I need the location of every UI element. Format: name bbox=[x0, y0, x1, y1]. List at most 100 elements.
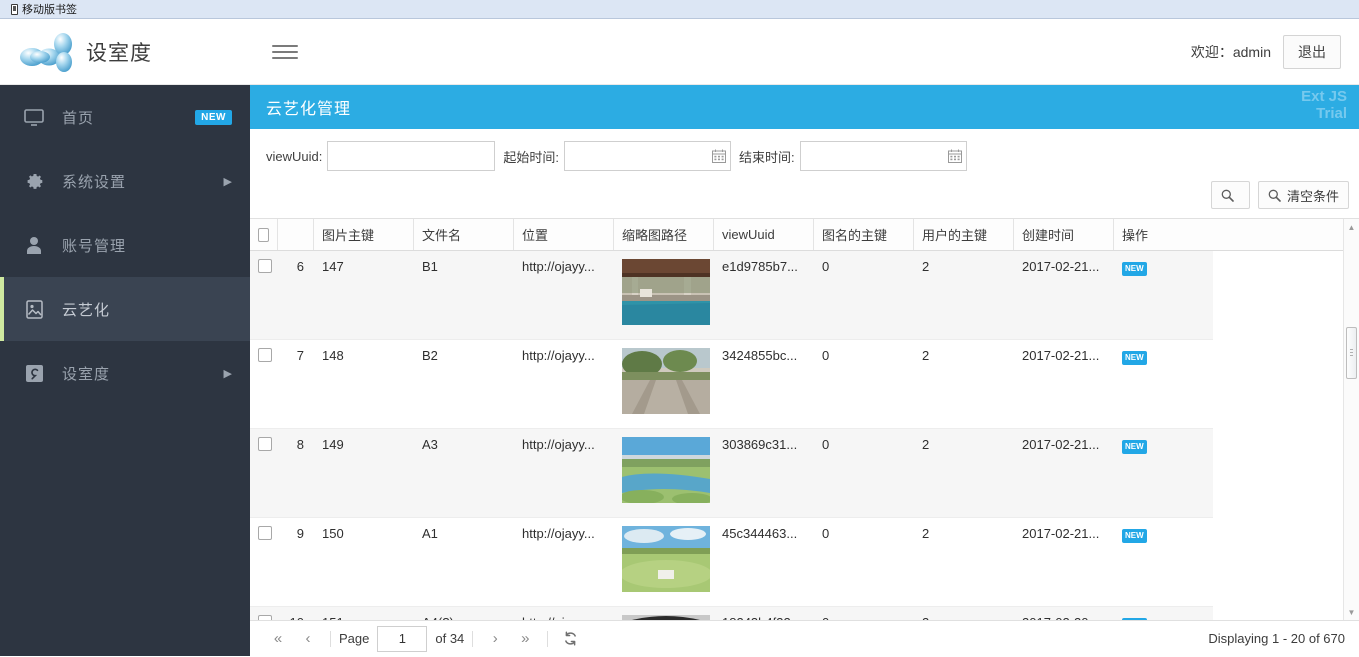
data-grid: 图片主键 文件名 位置 缩略图路径 viewUuid 图名的主键 用户的主键 创… bbox=[250, 218, 1359, 620]
next-page-button[interactable]: › bbox=[481, 626, 509, 652]
scroll-up-arrow[interactable]: ▲ bbox=[1344, 219, 1359, 235]
brand[interactable]: 设室度 bbox=[0, 30, 250, 74]
scroll-down-arrow[interactable]: ▼ bbox=[1344, 604, 1359, 620]
cell-image-pk: 147 bbox=[322, 259, 344, 274]
cell-actions[interactable]: NEW bbox=[1114, 607, 1213, 620]
table-row[interactable]: 9 150 A1 http://ojayy... 45c344463... 0 … bbox=[250, 518, 1213, 607]
grid-header-image-pk[interactable]: 图片主键 bbox=[314, 219, 414, 250]
action-new-badge[interactable]: NEW bbox=[1122, 529, 1147, 543]
row-checkbox[interactable] bbox=[258, 259, 272, 273]
last-page-button[interactable]: » bbox=[511, 626, 539, 652]
cell-filename: A1 bbox=[422, 526, 438, 541]
row-select-cell[interactable] bbox=[250, 340, 278, 428]
row-checkbox[interactable] bbox=[258, 615, 272, 620]
cell-image-pk: 151 bbox=[314, 607, 414, 620]
grid-header-filename[interactable]: 文件名 bbox=[414, 219, 514, 250]
calendar-icon[interactable] bbox=[711, 149, 726, 163]
grid-header-created-at[interactable]: 创建时间 bbox=[1014, 219, 1114, 250]
end-time-input[interactable] bbox=[799, 141, 967, 171]
cell-actions[interactable]: NEW bbox=[1114, 340, 1213, 428]
chevron-right-icon: ▶ bbox=[223, 367, 232, 380]
cell-image-pk: 150 bbox=[322, 526, 344, 541]
grid-header-location[interactable]: 位置 bbox=[514, 219, 614, 250]
page-title: 云艺化管理 bbox=[266, 101, 352, 118]
cell-thumbnail[interactable] bbox=[614, 518, 714, 606]
action-new-badge[interactable]: NEW bbox=[1122, 440, 1147, 454]
cell-image-pk: 149 bbox=[322, 437, 344, 452]
table-row[interactable]: 6 147 B1 http://ojayy... e1d9785b7... 0 … bbox=[250, 251, 1213, 340]
cell-location: http://ojayy... bbox=[522, 526, 595, 541]
grid-header-actions[interactable]: 操作 bbox=[1114, 219, 1359, 250]
filter-bar: viewUuid: 起始时间: 结束时间: 清空条件 bbox=[250, 129, 1359, 218]
cell-thumbnail[interactable] bbox=[614, 340, 714, 428]
select-all-checkbox[interactable] bbox=[258, 227, 269, 242]
logout-button[interactable]: 退出 bbox=[1283, 34, 1341, 69]
bookmark-label: 移动版书签 bbox=[22, 4, 77, 16]
grid-header-thumb-path[interactable]: 缩略图路径 bbox=[614, 219, 714, 250]
grid-body[interactable]: 6 147 B1 http://ojayy... e1d9785b7... 0 … bbox=[250, 251, 1359, 620]
sidebar-item-system-settings[interactable]: 系统设置 ▶ bbox=[0, 149, 250, 213]
bookmark-item-mobile[interactable]: 移动版书签 bbox=[6, 0, 82, 18]
cell-thumbnail[interactable] bbox=[614, 251, 714, 339]
row-number: 10 bbox=[278, 607, 314, 620]
row-select-cell[interactable] bbox=[250, 518, 278, 606]
clear-conditions-button[interactable]: 清空条件 bbox=[1257, 181, 1349, 209]
action-new-badge[interactable]: NEW bbox=[1122, 262, 1147, 276]
cell-user-pk: 2 bbox=[914, 607, 1014, 620]
end-time-field bbox=[799, 141, 967, 171]
cell-location: http://ojayy... bbox=[522, 348, 595, 363]
hamburger-icon[interactable] bbox=[272, 41, 298, 63]
action-new-badge[interactable]: NEW bbox=[1122, 618, 1147, 620]
start-time-input[interactable] bbox=[563, 141, 731, 171]
cell-filename: B1 bbox=[422, 259, 438, 274]
cell-filename: A3 bbox=[422, 437, 438, 452]
prev-page-button[interactable]: ‹ bbox=[294, 626, 322, 652]
table-row[interactable]: 8 149 A3 http://ojayy... 303869c31... 0 … bbox=[250, 429, 1213, 518]
cell-location: http://ojayy... bbox=[522, 259, 595, 274]
grid-header-name-pk[interactable]: 图名的主键 bbox=[814, 219, 914, 250]
row-checkbox[interactable] bbox=[258, 348, 272, 362]
sidebar-item-sheshidu[interactable]: 设室度 ▶ bbox=[0, 341, 250, 405]
thumbnail-lake-park bbox=[622, 437, 710, 503]
sidebar-item-label: 系统设置 bbox=[62, 173, 127, 191]
header-right: 欢迎：admin 退出 bbox=[1191, 34, 1359, 69]
sidebar-item-label: 首页 bbox=[62, 109, 95, 127]
sidebar-item-account-management[interactable]: 账号管理 bbox=[0, 213, 250, 277]
cell-actions[interactable]: NEW bbox=[1114, 518, 1213, 606]
page-number-input[interactable] bbox=[377, 625, 428, 652]
grid-vertical-scrollbar[interactable]: ▲ ▼ bbox=[1343, 219, 1359, 620]
sidebar-item-label: 云艺化 bbox=[62, 301, 111, 319]
row-select-cell[interactable] bbox=[250, 251, 278, 339]
thumbnail-dark-roof bbox=[622, 615, 710, 620]
scrollbar-thumb[interactable] bbox=[1346, 327, 1357, 379]
table-row[interactable]: 10 151 A4(?) http://oj... 18243b4f32... … bbox=[250, 607, 1213, 620]
grid-header-viewuuid[interactable]: viewUuid bbox=[714, 219, 814, 250]
cell-actions[interactable]: NEW bbox=[1114, 251, 1213, 339]
cell-created-at: 2017-02-21... bbox=[1022, 259, 1100, 274]
row-checkbox[interactable] bbox=[258, 526, 272, 540]
row-select-cell[interactable] bbox=[250, 429, 278, 517]
panel-header: 云艺化管理 Ext JS Trial bbox=[250, 85, 1359, 129]
cell-viewuuid: 303869c31... bbox=[722, 437, 798, 452]
search-button[interactable] bbox=[1210, 181, 1250, 209]
action-new-badge[interactable]: NEW bbox=[1122, 351, 1147, 365]
cell-thumbnail[interactable] bbox=[614, 429, 714, 517]
cell-user-pk: 2 bbox=[922, 259, 930, 274]
grid-header-user-pk[interactable]: 用户的主键 bbox=[914, 219, 1014, 250]
first-page-button[interactable]: « bbox=[264, 626, 292, 652]
sidebar-item-yunyihua[interactable]: 云艺化 bbox=[0, 277, 250, 341]
viewuuid-input[interactable] bbox=[327, 141, 496, 171]
calendar-icon[interactable] bbox=[947, 149, 962, 163]
refresh-button[interactable] bbox=[556, 626, 584, 652]
cell-thumbnail[interactable] bbox=[614, 607, 714, 620]
grid-header-row: 图片主键 文件名 位置 缩略图路径 viewUuid 图名的主键 用户的主键 创… bbox=[250, 219, 1359, 251]
row-checkbox[interactable] bbox=[258, 437, 272, 451]
row-number: 6 bbox=[296, 259, 304, 274]
grid-header-select-all[interactable] bbox=[250, 219, 278, 250]
start-time-field bbox=[563, 141, 731, 171]
table-row[interactable]: 7 148 B2 http://ojayy... 3424855bc... 0 … bbox=[250, 340, 1213, 429]
sidebar-item-home[interactable]: 首页 NEW bbox=[0, 85, 250, 149]
cell-filename: B2 bbox=[422, 348, 438, 363]
row-select-cell[interactable] bbox=[250, 607, 278, 620]
cell-actions[interactable]: NEW bbox=[1114, 429, 1213, 517]
